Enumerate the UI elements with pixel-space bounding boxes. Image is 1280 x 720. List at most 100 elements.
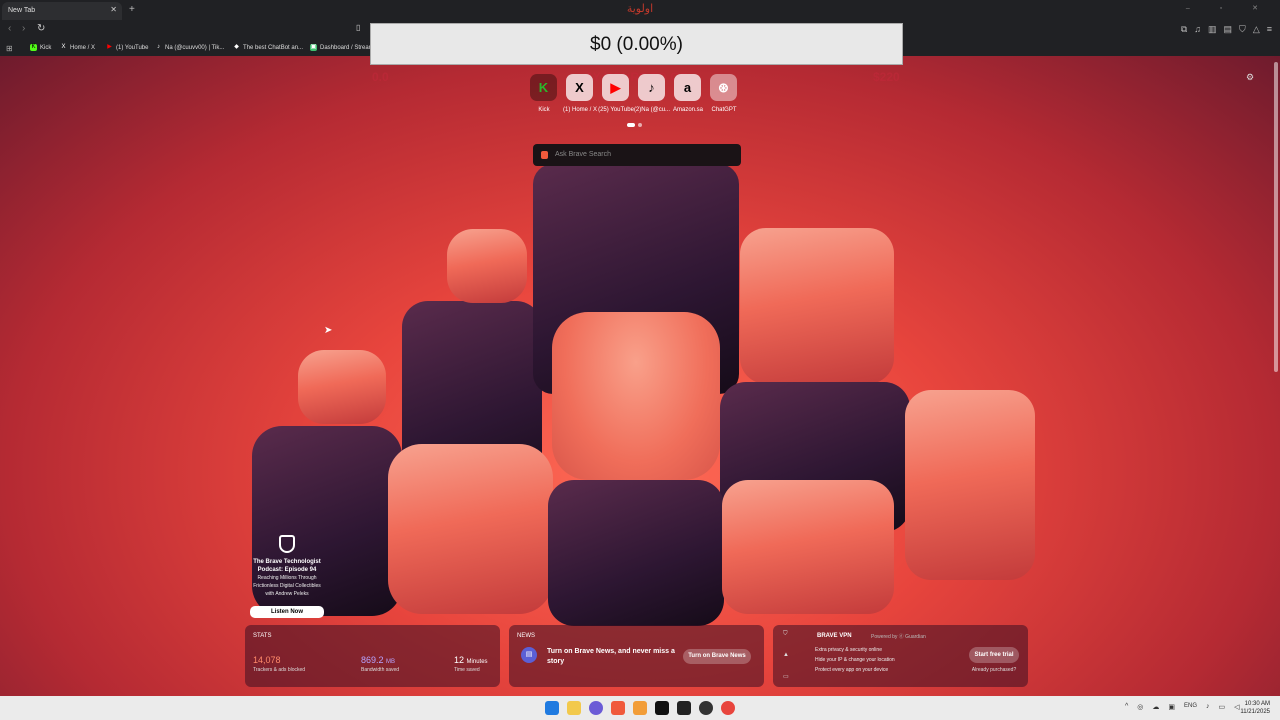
cloud-icon[interactable]: ☁ [1152, 703, 1159, 711]
vpn-line: Extra privacy & security online [815, 647, 882, 653]
search-input[interactable]: Ask Brave Search [533, 144, 741, 166]
window-controls[interactable]: – ▫ ✕ [1186, 4, 1272, 12]
brave-icon[interactable] [611, 701, 625, 715]
bookmark-tiktok[interactable]: ♪ Na (@cuuvv00) | Tik... [155, 44, 224, 51]
forward-icon[interactable]: › [22, 23, 25, 34]
news-text: Turn on Brave News, and never miss a sto… [547, 648, 675, 665]
promo-subtitle: Reaching Millions Through Frictionless D… [253, 575, 321, 597]
block-light-bottom-left [388, 444, 553, 614]
clock[interactable]: 10:30 AM 11/21/2025 [1240, 700, 1270, 716]
top-sites-pager[interactable] [627, 123, 642, 127]
dashboard-icon: ▣ [310, 44, 317, 51]
promo-title: The Brave Technologist Podcast: Episode … [253, 559, 321, 573]
app-icon[interactable] [589, 701, 603, 715]
shield-icon[interactable]: ⛉ [1239, 24, 1246, 35]
monitor-icon[interactable]: ▭ [1219, 703, 1226, 711]
block-light-top [447, 229, 527, 303]
volume-icon[interactable]: ◁ [1234, 703, 1239, 711]
title-bar: New Tab ✕ + اولوية – ▫ ✕ [0, 0, 1280, 20]
top-site-amazon[interactable]: a Amazon.sa [673, 74, 703, 113]
vpn-line: Protect every app on your device [815, 667, 889, 673]
brave-logo-icon [279, 535, 295, 553]
stats-card: STATS 14,078 Trackers & ads blocked 869.… [245, 625, 500, 687]
top-site-chatgpt[interactable]: ⊛ ChatGPT [710, 74, 738, 113]
tiktok-icon: ♪ [638, 74, 665, 101]
block-light-right [740, 228, 894, 384]
turn-on-news-button[interactable]: Turn on Brave News [683, 649, 751, 664]
start-free-trial-button[interactable]: Start free trial [969, 647, 1019, 663]
tab-new-tab[interactable]: New Tab ✕ [2, 2, 122, 20]
tab-title: New Tab [8, 7, 36, 14]
time-stat: 12 Minutes Time saved [454, 655, 488, 673]
scrollbar[interactable] [1274, 62, 1278, 372]
bandwidth-stat: 869.2 MB Bandwidth saved [361, 655, 400, 673]
sidebar-icon[interactable]: ▥ [1208, 24, 1217, 35]
vpn-line: Hide your IP & change your location [815, 657, 895, 663]
x-icon: X [566, 74, 593, 101]
stats-heading: STATS [253, 633, 272, 639]
new-tab-button[interactable]: + [129, 4, 135, 15]
app-red-icon[interactable] [721, 701, 735, 715]
bookmark-youtube[interactable]: ▶ (1) YouTube [106, 44, 148, 51]
block-light-small [298, 350, 386, 424]
youtube-icon: ▶ [107, 44, 112, 50]
trackers-stat: 14,078 Trackers & ads blocked [253, 655, 306, 673]
language-indicator[interactable]: ENG [1184, 703, 1197, 711]
windows-start-icon[interactable] [545, 701, 559, 715]
top-site-x[interactable]: X (1) Home / X [563, 74, 597, 113]
kick-icon: K [530, 74, 557, 101]
close-icon[interactable]: ✕ [110, 5, 117, 14]
search-placeholder: Ask Brave Search [555, 151, 612, 158]
tiktok-icon: ♪ [157, 44, 160, 50]
top-site-youtube[interactable]: ▶ (25) YouTube [598, 74, 634, 113]
app-orange-icon[interactable] [633, 701, 647, 715]
chrome-icon[interactable] [699, 701, 713, 715]
news-icon: ▤ [521, 647, 537, 663]
network-icon[interactable]: ◎ [1137, 703, 1143, 711]
listen-now-button[interactable]: Listen Now [250, 606, 324, 618]
chatgpt-icon: ⊛ [710, 74, 737, 101]
menu-icon[interactable]: ≡ [1267, 24, 1272, 35]
already-purchased-link[interactable]: Already purchased? [969, 667, 1019, 673]
chevron-up-icon[interactable]: ^ [1125, 703, 1128, 711]
vpn-location-icon: ▲ [783, 652, 789, 658]
vpn-shield-icon: ⛉ [783, 631, 788, 637]
top-site-tiktok[interactable]: ♪ (2)Na (@cu... [634, 74, 670, 113]
bookmark-chatbot[interactable]: ◆ The best ChatBot an... [233, 44, 303, 51]
rewards-icon[interactable]: △ [1253, 24, 1260, 35]
bookmark-kick[interactable]: K Kick [30, 44, 51, 51]
back-icon[interactable]: ‹ [8, 23, 11, 34]
file-explorer-icon[interactable] [567, 701, 581, 715]
extensions-icon[interactable]: ⧉ [1181, 24, 1187, 35]
bookmark-x[interactable]: X Home / X [60, 44, 95, 51]
bookmark-dashboard[interactable]: ▣ Dashboard / Stream [310, 44, 374, 51]
vpn-device-icon: ▭ [783, 674, 789, 680]
mic-icon[interactable]: ♪ [1206, 703, 1210, 711]
bookmark-icon[interactable]: ▯ [356, 23, 360, 32]
news-heading: NEWS [517, 633, 535, 639]
amazon-icon: a [674, 74, 701, 101]
top-site-kick[interactable]: K Kick [530, 74, 558, 113]
brave-lion-icon [541, 151, 548, 159]
app-dark-icon[interactable] [677, 701, 691, 715]
settings-gear-icon[interactable]: ⚙ [1246, 72, 1254, 83]
block-center-glow [552, 312, 720, 480]
vpn-powered: Powered by ⓖ Guardian [871, 634, 926, 640]
vpn-title: BRAVE VPN [817, 633, 852, 639]
youtube-icon: ▶ [602, 74, 629, 101]
window-title: اولوية [626, 2, 654, 15]
reload-icon[interactable]: ↻ [37, 23, 45, 34]
ghost-right-text: $220 [873, 70, 900, 84]
kick-icon: K [30, 44, 37, 51]
price-overlay: $0 (0.00%) [370, 23, 903, 65]
app-tray-icon[interactable]: ▣ [1168, 703, 1175, 711]
apps-icon[interactable]: ⊞ [6, 44, 13, 53]
wallet-icon[interactable]: ▤ [1224, 24, 1233, 35]
terminal-icon[interactable] [655, 701, 669, 715]
x-icon: X [61, 44, 66, 50]
music-icon[interactable]: ♫ [1194, 24, 1201, 35]
vpn-card: ⛉ ▲ ▭ BRAVE VPN Powered by ⓖ Guardian Ex… [773, 625, 1028, 687]
news-card: NEWS ▤ Turn on Brave News, and never mis… [509, 625, 764, 687]
block-dark-bottom [548, 480, 724, 626]
block-light-bottom-right [722, 480, 894, 614]
